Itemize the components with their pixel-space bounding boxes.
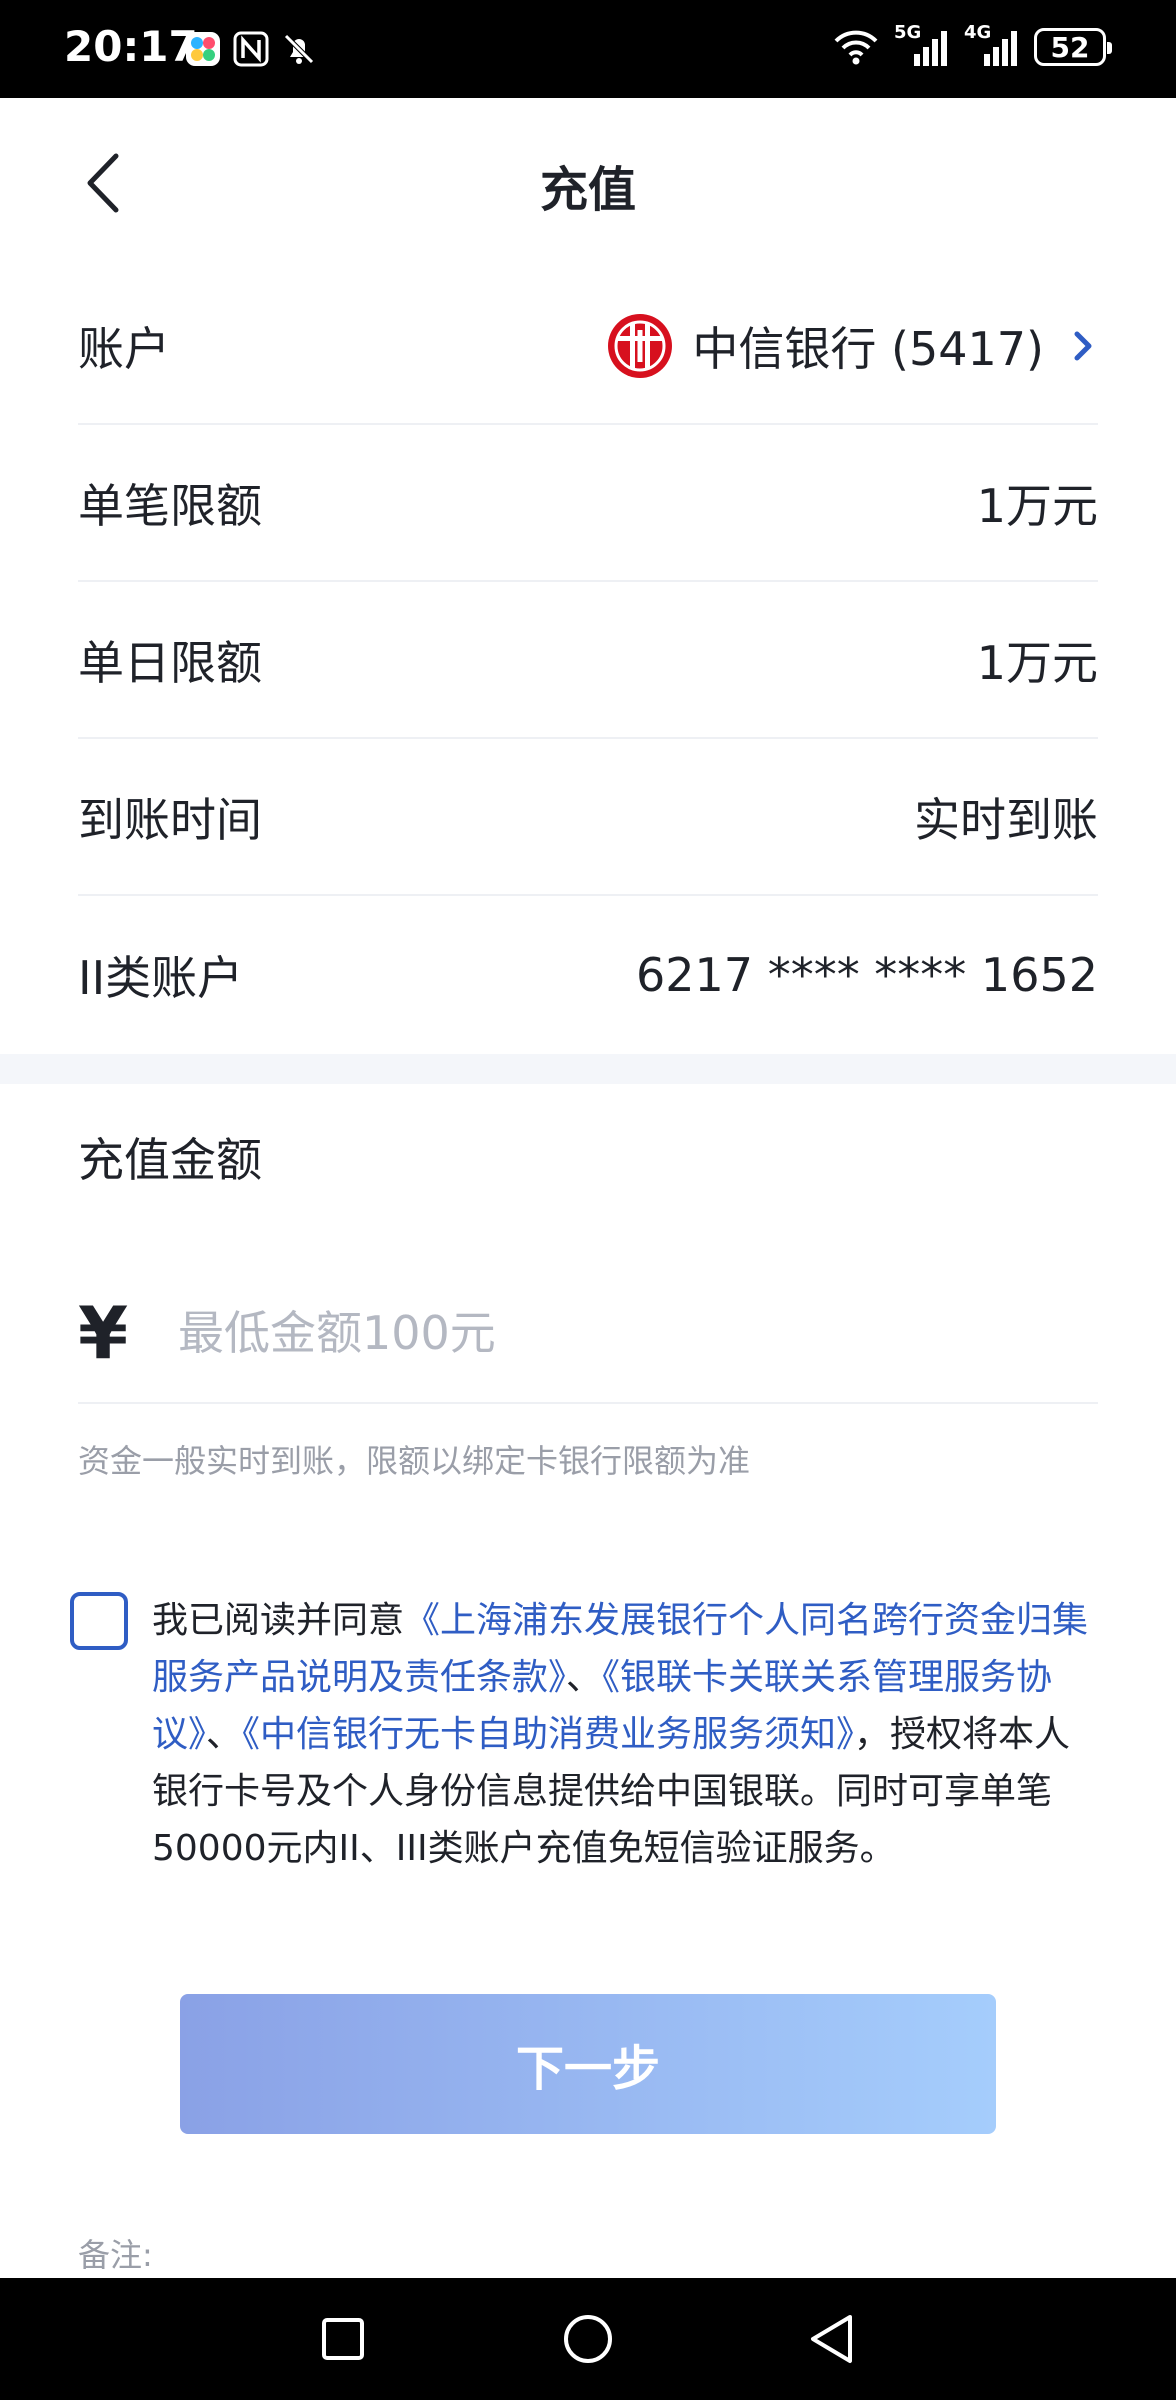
nav-back-button[interactable] [800,2308,862,2370]
battery-icon: 52 [1034,28,1112,66]
app-icon [186,32,220,66]
single-limit-row: 单笔限额 1万元 [78,425,1098,582]
battery-level: 52 [1050,30,1090,64]
status-time: 20:17 [64,22,198,71]
class2-account-row: II类账户 6217 **** **** 1652 [78,896,1098,1053]
account-row[interactable]: 账户 中信银行 (5417) [78,268,1098,425]
signal-5g-icon: 5G [894,22,950,68]
agreement-checkbox[interactable] [70,1592,128,1650]
back-icon [811,2315,852,2363]
wifi-icon [834,30,878,65]
arrival-time-row: 到账时间 实时到账 [78,739,1098,896]
nfc-icon [233,31,269,67]
page-title: 充值 [539,162,636,218]
daily-limit-row: 单日限额 1万元 [78,582,1098,739]
signal-4g-icon: 4G [964,22,1020,68]
arrival-time-label: 到账时间 [78,792,262,847]
agreement-separator: 、 [206,1714,243,1755]
status-bar: 20:17 5G 4G 52 [0,0,1176,98]
account-label: 账户 [78,321,170,376]
remark-label: 备注: [78,2236,153,2274]
next-step-button[interactable]: 下一步 [180,1994,996,2134]
account-value: 中信银行 (5417) [692,321,1044,376]
amount-input-row: ¥ [78,1264,1098,1404]
citic-bank-logo [608,313,673,378]
status-right-group: 5G 4G 52 [832,22,1112,68]
recent-apps-icon [322,2318,364,2360]
arrival-time-value: 实时到账 [914,792,1098,847]
navigation-bar [0,2278,1176,2400]
single-limit-value: 1万元 [976,478,1098,533]
home-icon [564,2315,612,2363]
class2-account-value: 6217 **** **** 1652 [636,947,1098,1002]
agreement: 我已阅读并同意《上海浦东发展银行个人同名跨行资金归集服务产品说明及责任条款》、《… [70,1592,1100,1877]
chevron-right-icon [1074,331,1092,360]
recent-apps-button[interactable] [312,2308,374,2370]
class2-account-label: II类账户 [78,950,244,1005]
agreement-separator: 、 [566,1657,603,1698]
bell-off-icon [284,34,314,64]
status-app-icons [184,30,318,68]
agreement-text: 我已阅读并同意《上海浦东发展银行个人同名跨行资金归集服务产品说明及责任条款》、《… [152,1592,1100,1877]
account-value-group[interactable]: 中信银行 (5417) [606,312,1098,380]
daily-limit-label: 单日限额 [78,635,262,690]
daily-limit-value: 1万元 [976,635,1098,690]
amount-section: 充值金额 ¥ 资金一般实时到账，限额以绑定卡银行限额为准 我已阅读并同意《上海浦… [0,1084,1176,2278]
amount-title: 充值金额 [78,1133,262,1187]
agreement-prefix: 我已阅读并同意 [152,1600,405,1641]
agreement-link-citic[interactable]: 《中信银行无卡自助消费业务服务须知》 [242,1714,854,1755]
amount-hint: 资金一般实时到账，限额以绑定卡银行限额为准 [78,1442,751,1480]
section-divider [0,1054,1176,1084]
account-info-section: 账户 中信银行 (5417) 单笔限额 1万元 单日限额 1万元 到账时间 实时… [0,268,1176,1054]
header: 充值 [0,98,1176,268]
home-button[interactable] [557,2308,619,2370]
single-limit-label: 单笔限额 [78,478,262,533]
amount-input[interactable] [178,1306,1098,1360]
yuan-icon: ¥ [78,1291,129,1375]
